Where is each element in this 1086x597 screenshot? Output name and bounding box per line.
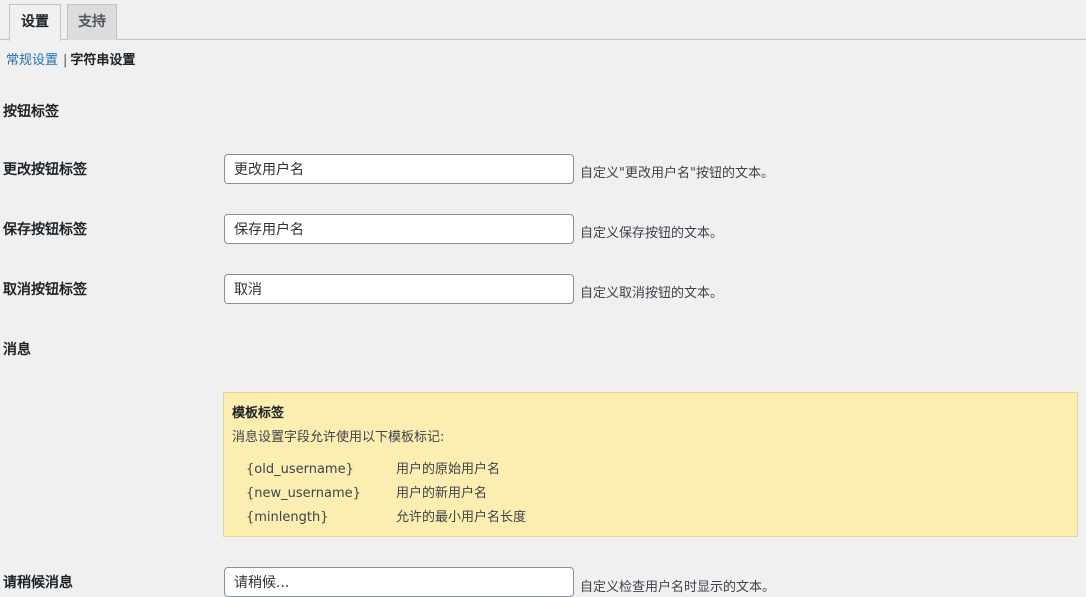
settings-subnav: 常规设置 | 字符串设置 xyxy=(6,52,135,70)
subnav-string-settings: 字符串设置 xyxy=(70,53,136,68)
please-wait-message-description: 自定义检查用户名时显示的文本。 xyxy=(580,580,776,595)
template-tag-name: {old_username} xyxy=(246,462,354,477)
template-tag-row: {new_username} 用户的新用户名 xyxy=(246,482,487,501)
tab-settings[interactable]: 设置 xyxy=(9,4,61,41)
save-button-label-label: 保存按钮标签 xyxy=(3,222,87,238)
section-title-messages: 消息 xyxy=(3,342,31,358)
cancel-button-label-description: 自定义取消按钮的文本。 xyxy=(580,286,724,301)
template-tag-row: {minlength} 允许的最小用户名长度 xyxy=(246,506,526,525)
template-tags-title: 模板标签 xyxy=(232,406,285,421)
subnav-separator: | xyxy=(63,53,68,68)
tab-support[interactable]: 支持 xyxy=(67,4,117,40)
template-tag-name: {new_username} xyxy=(246,486,361,501)
save-button-label-description: 自定义保存按钮的文本。 xyxy=(580,226,724,241)
template-tag-description: 用户的原始用户名 xyxy=(396,462,501,477)
template-tag-row: {old_username} 用户的原始用户名 xyxy=(246,458,500,477)
please-wait-message-label: 请稍候消息 xyxy=(3,575,73,591)
subnav-general-settings-link[interactable]: 常规设置 xyxy=(6,53,58,68)
change-button-label-input[interactable] xyxy=(224,154,574,184)
template-tags-intro: 消息设置字段允许使用以下模板标记: xyxy=(232,430,445,445)
template-tag-description: 允许的最小用户名长度 xyxy=(396,510,527,525)
change-button-label-description: 自定义"更改用户名"按钮的文本。 xyxy=(580,166,774,181)
settings-tabs: 设置 支持 xyxy=(0,0,1086,41)
change-button-label-label: 更改按钮标签 xyxy=(3,162,87,178)
cancel-button-label-label: 取消按钮标签 xyxy=(3,282,87,298)
cancel-button-label-input[interactable] xyxy=(224,274,574,304)
template-tags-notice: 模板标签 消息设置字段允许使用以下模板标记: {old_username} 用户的… xyxy=(223,392,1078,537)
template-tag-description: 用户的新用户名 xyxy=(396,486,488,501)
section-title-button-labels: 按钮标签 xyxy=(3,104,59,120)
please-wait-message-input[interactable] xyxy=(224,567,574,597)
template-tag-name: {minlength} xyxy=(246,510,329,525)
save-button-label-input[interactable] xyxy=(224,214,574,244)
